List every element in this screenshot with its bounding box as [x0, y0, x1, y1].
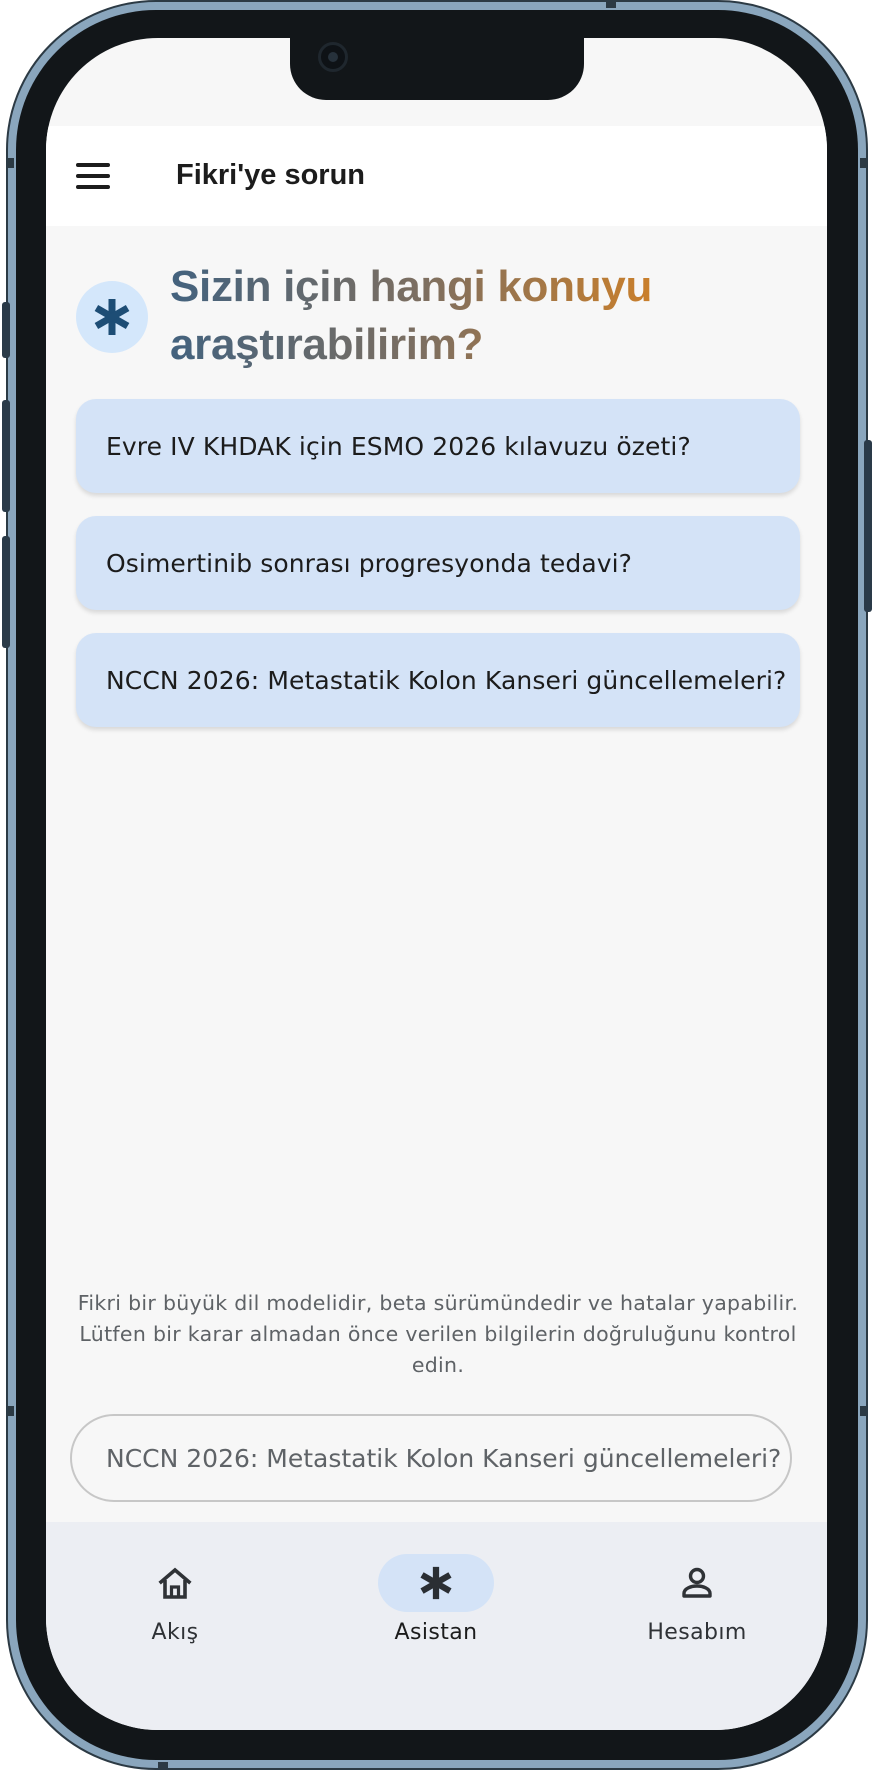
nav-item-asistan[interactable]: Asistan	[336, 1554, 536, 1654]
side-button	[864, 440, 872, 612]
nav-label: Hesabım	[647, 1620, 747, 1645]
app-screen: Fikri'ye sorun Sizin için hangi konuyu a…	[46, 38, 827, 1730]
antenna-band	[6, 1406, 14, 1416]
side-button	[2, 400, 10, 512]
asterisk-icon	[76, 281, 148, 353]
hamburger-menu-icon[interactable]	[72, 154, 116, 198]
nav-item-akis[interactable]: Akış	[75, 1554, 275, 1654]
person-icon	[682, 1567, 712, 1598]
antenna-band	[158, 1762, 168, 1770]
nav-item-hesabim[interactable]: Hesabım	[597, 1554, 797, 1654]
nav-label: Asistan	[394, 1620, 478, 1645]
side-button	[2, 536, 10, 648]
side-button	[2, 302, 10, 358]
antenna-band	[860, 158, 868, 168]
nav-pill-active	[378, 1554, 494, 1612]
app-title: Fikri'ye sorun	[176, 159, 366, 191]
nav-pill	[639, 1554, 755, 1612]
antenna-band	[606, 0, 616, 8]
front-camera	[318, 42, 348, 72]
suggestion-chip[interactable]: Evre IV KHDAK için ESMO 2026 kılavuzu öz…	[76, 399, 800, 493]
nav-label: Akış	[151, 1620, 199, 1645]
antenna-band	[6, 158, 14, 168]
disclaimer-text: Fikri bir büyük dil modelidir, beta sürü…	[77, 1291, 799, 1377]
home-icon	[158, 1567, 192, 1599]
suggestion-list: Evre IV KHDAK için ESMO 2026 kılavuzu öz…	[76, 399, 800, 750]
nav-pill	[117, 1554, 233, 1612]
top-app-bar: Fikri'ye sorun	[46, 126, 827, 226]
chat-input[interactable]	[70, 1414, 792, 1502]
asterisk-icon	[420, 1566, 452, 1600]
antenna-band	[860, 1406, 868, 1416]
bottom-navigation: Akış Asistan Hesabım	[46, 1522, 827, 1730]
suggestion-chip[interactable]: NCCN 2026: Metastatik Kolon Kanseri günc…	[76, 633, 800, 727]
hero-heading: Sizin için hangi konuyu araştırabilirim?	[170, 258, 810, 374]
notch	[290, 38, 584, 100]
suggestion-chip[interactable]: Osimertinib sonrası progresyonda tedavi?	[76, 516, 800, 610]
